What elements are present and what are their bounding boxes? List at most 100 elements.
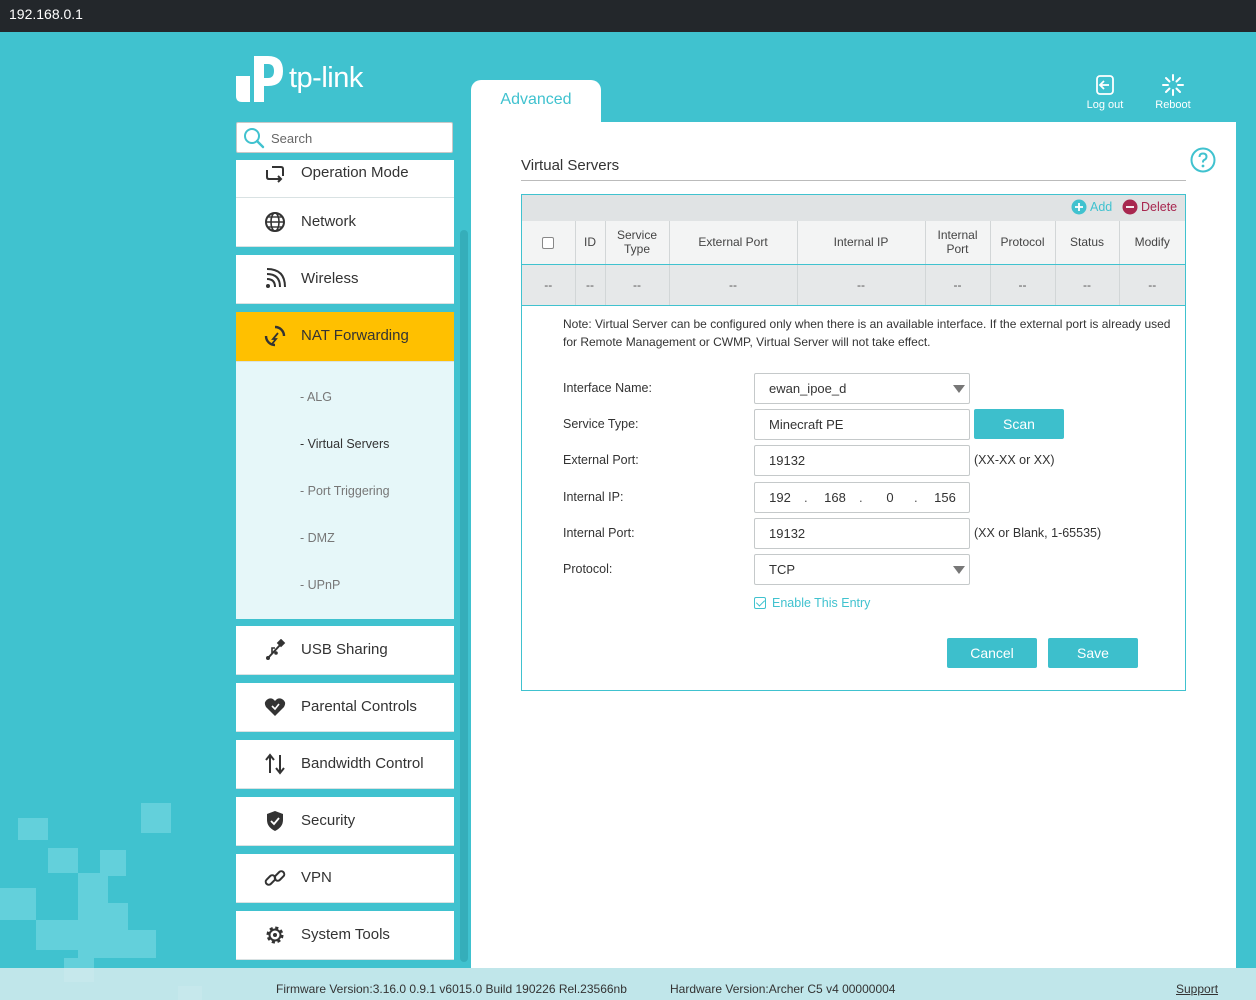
reboot-button[interactable]: Reboot bbox=[1143, 74, 1203, 114]
search-input[interactable] bbox=[271, 127, 447, 149]
support-link[interactable]: Support bbox=[1176, 982, 1218, 996]
sidebar-item-wireless[interactable]: Wireless bbox=[236, 255, 454, 304]
scan-button[interactable]: Scan bbox=[974, 409, 1064, 439]
column-header-protocol: Protocol bbox=[990, 221, 1056, 265]
table-cell: -- bbox=[990, 264, 1056, 306]
external-port-value: 19132 bbox=[769, 453, 806, 468]
ip-dot: . bbox=[804, 490, 808, 505]
tp-link-logo-icon bbox=[236, 56, 283, 102]
interface-name-select[interactable]: ewan_ipoe_d bbox=[754, 373, 970, 404]
internal-ip-octet-4[interactable]: 156 bbox=[930, 483, 960, 512]
sidebar-scrollbar[interactable] bbox=[460, 230, 468, 962]
column-header-modify: Modify bbox=[1119, 221, 1185, 265]
title-divider bbox=[521, 180, 1186, 181]
save-button[interactable]: Save bbox=[1048, 638, 1138, 668]
globe-icon bbox=[265, 212, 285, 232]
sidebar-item-label: Parental Controls bbox=[301, 698, 417, 715]
hardware-version: Hardware Version:Archer C5 v4 00000004 bbox=[670, 982, 896, 996]
search-icon bbox=[244, 128, 265, 149]
sidebar-item-usb-sharing[interactable]: USB Sharing bbox=[236, 626, 454, 675]
protocol-label: Protocol: bbox=[563, 562, 613, 576]
submenu-item-dmz[interactable]: - DMZ bbox=[300, 531, 335, 545]
sidebar-item-nat-forwarding[interactable]: NAT Forwarding bbox=[236, 312, 454, 362]
internal-port-value: 19132 bbox=[769, 526, 806, 541]
service-type-input[interactable]: Minecraft PE bbox=[754, 409, 970, 440]
table-cell: -- bbox=[575, 264, 606, 306]
tp-link-wordmark: tp-link bbox=[289, 62, 363, 94]
sidebar-item-operation-mode[interactable]: Operation Mode bbox=[236, 160, 454, 198]
sidebar-item-label: NAT Forwarding bbox=[301, 327, 409, 344]
link-icon bbox=[264, 870, 286, 886]
add-icon bbox=[1071, 199, 1087, 215]
page-title: Virtual Servers bbox=[521, 157, 620, 174]
internal-ip-label: Internal IP: bbox=[563, 490, 624, 504]
logout-icon bbox=[1096, 75, 1114, 95]
usb-icon bbox=[266, 639, 286, 660]
logout-label: Log out bbox=[1086, 99, 1124, 111]
table-toolbar: Add Delete bbox=[522, 195, 1185, 221]
sidebar-item-label: USB Sharing bbox=[301, 641, 388, 658]
table-header-row: ID Service Type External Port Internal I… bbox=[522, 221, 1185, 265]
add-label: Add bbox=[1090, 200, 1113, 214]
enable-entry-checkbox[interactable]: Enable This Entry bbox=[754, 596, 870, 610]
interface-name-value: ewan_ipoe_d bbox=[769, 381, 847, 396]
table-cell: -- bbox=[925, 264, 991, 306]
submenu-item-upnp[interactable]: - UPnP bbox=[300, 578, 340, 592]
updown-arrows-icon bbox=[265, 753, 285, 775]
table-cell: -- bbox=[669, 264, 798, 306]
logout-button[interactable]: Log out bbox=[1075, 74, 1135, 114]
ip-dot: . bbox=[914, 490, 918, 505]
table-cell: -- bbox=[605, 264, 670, 306]
sidebar-item-vpn[interactable]: VPN bbox=[236, 854, 454, 903]
operation-mode-icon bbox=[266, 166, 284, 183]
sidebar-item-security[interactable]: Security bbox=[236, 797, 454, 846]
nat-forwarding-submenu: - ALG - Virtual Servers - Port Triggerin… bbox=[236, 362, 454, 619]
submenu-item-port-triggering[interactable]: - Port Triggering bbox=[300, 484, 390, 498]
table-cell: -- bbox=[797, 264, 926, 306]
internal-port-input[interactable]: 19132 bbox=[754, 518, 970, 549]
search-box[interactable] bbox=[236, 122, 453, 153]
sidebar-item-network[interactable]: Network bbox=[236, 198, 454, 247]
gear-icon bbox=[266, 926, 284, 944]
column-header-service-type: Service Type bbox=[605, 221, 670, 265]
reboot-label: Reboot bbox=[1155, 99, 1191, 111]
internal-ip-input[interactable]: 192 . 168 . 0 . 156 bbox=[754, 482, 970, 513]
submenu-item-virtual-servers[interactable]: - Virtual Servers bbox=[300, 437, 389, 451]
table-cell: -- bbox=[522, 264, 576, 306]
help-icon[interactable] bbox=[1190, 147, 1216, 173]
internal-port-hint: (XX or Blank, 1-65535) bbox=[974, 526, 1102, 540]
table-cell: -- bbox=[1119, 264, 1185, 306]
footer: Firmware Version:3.16.0 0.9.1 v6015.0 Bu… bbox=[0, 968, 1256, 1000]
internal-ip-octet-2[interactable]: 168 bbox=[820, 483, 850, 512]
sidebar-item-system-tools[interactable]: System Tools bbox=[236, 911, 454, 960]
content-panel: Virtual Servers Add Delete ID Service Ty… bbox=[471, 122, 1236, 968]
sidebar-item-parental-controls[interactable]: Parental Controls bbox=[236, 683, 454, 732]
wifi-icon bbox=[266, 268, 286, 288]
browser-address-bar: 192.168.0.1 bbox=[0, 0, 1256, 32]
protocol-value: TCP bbox=[769, 562, 795, 577]
checkbox-checked-icon[interactable] bbox=[754, 597, 766, 609]
add-button[interactable]: Add bbox=[1071, 198, 1112, 216]
internal-ip-octet-3[interactable]: 0 bbox=[875, 483, 905, 512]
table-cell: -- bbox=[1055, 264, 1120, 306]
delete-label: Delete bbox=[1141, 200, 1178, 214]
heart-icon bbox=[264, 698, 286, 716]
tab-advanced[interactable]: Advanced bbox=[471, 80, 601, 124]
protocol-select[interactable]: TCP bbox=[754, 554, 970, 585]
submenu-item-alg[interactable]: - ALG bbox=[300, 390, 332, 404]
delete-button[interactable]: Delete bbox=[1122, 198, 1177, 216]
internal-ip-octet-1[interactable]: 192 bbox=[765, 483, 795, 512]
column-header-internal-port: Internal Port bbox=[925, 221, 991, 265]
sidebar-item-label: Operation Mode bbox=[301, 164, 409, 181]
external-port-input[interactable]: 19132 bbox=[754, 445, 970, 476]
sidebar-item-label: Network bbox=[301, 213, 357, 230]
column-header-id: ID bbox=[575, 221, 606, 265]
sidebar-item-label: VPN bbox=[301, 869, 332, 886]
select-all-checkbox[interactable] bbox=[542, 237, 555, 250]
cancel-button[interactable]: Cancel bbox=[947, 638, 1037, 668]
delete-icon bbox=[1122, 199, 1138, 215]
reboot-icon bbox=[1162, 74, 1184, 96]
column-header-status: Status bbox=[1055, 221, 1120, 265]
sidebar-item-bandwidth-control[interactable]: Bandwidth Control bbox=[236, 740, 454, 789]
column-header-external-port: External Port bbox=[669, 221, 798, 265]
